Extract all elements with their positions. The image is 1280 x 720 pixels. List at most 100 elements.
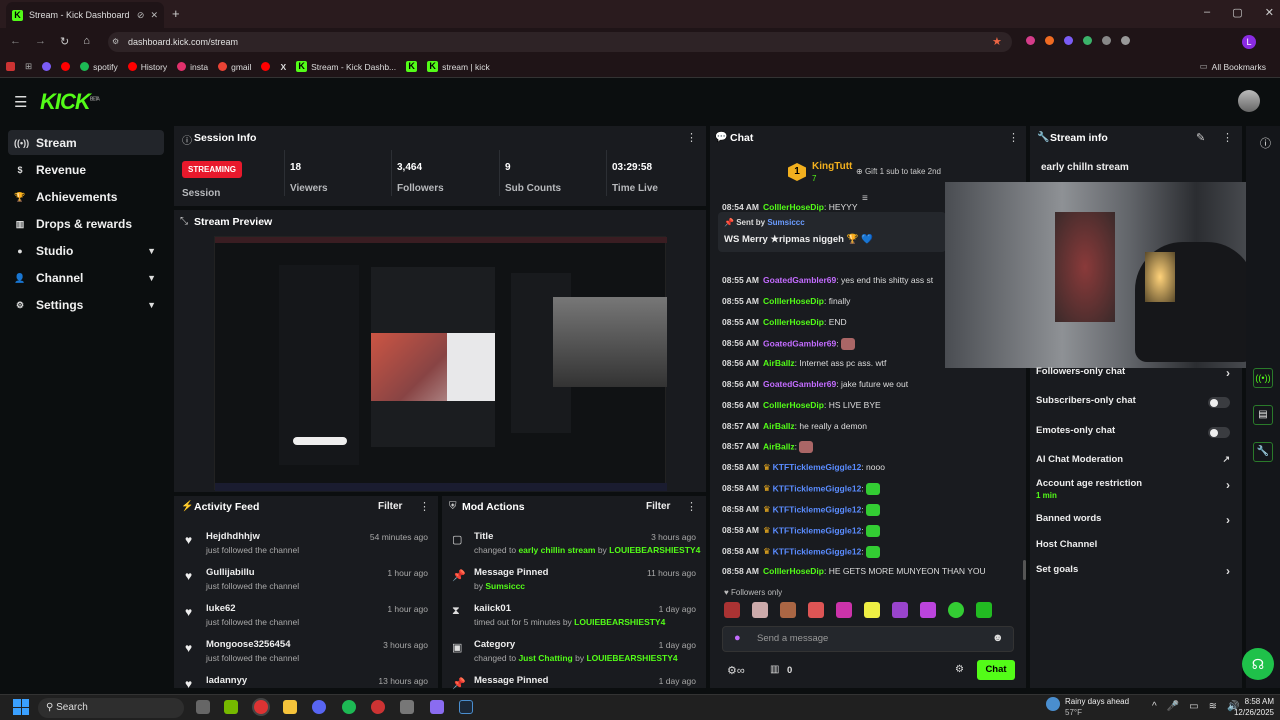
more-icon[interactable]: ⋮ bbox=[686, 500, 697, 513]
chat-username[interactable]: KTFTicklemeGiggle12 bbox=[773, 504, 862, 514]
chrome-icon[interactable] bbox=[254, 700, 268, 714]
chat-message[interactable]: 08:58 AM ♛ KTFTicklemeGiggle12: bbox=[722, 483, 1022, 497]
chat-username[interactable]: AirBallz bbox=[763, 441, 795, 451]
chat-message[interactable]: 08:56 AM GoatedGambler69: jake future we … bbox=[722, 379, 1022, 393]
nav-item-channel[interactable]: 👤 Channel ▼ bbox=[12, 267, 162, 289]
bookmark-history[interactable]: History bbox=[127, 62, 167, 72]
nav-item-studio[interactable]: ● Studio ▼ bbox=[12, 240, 162, 262]
minimize-icon[interactable]: – bbox=[1204, 6, 1210, 19]
youtube-icon[interactable] bbox=[261, 62, 271, 71]
bookmark-gmail[interactable]: gmail bbox=[218, 62, 251, 72]
bookmark-icon[interactable] bbox=[6, 62, 15, 71]
mute-tab-icon[interactable]: ⊘ bbox=[137, 10, 145, 21]
setting-ai-chat-moderation[interactable]: AI Chat Moderation ↗ bbox=[1036, 454, 1236, 470]
mod-filter-button[interactable]: Filter bbox=[646, 501, 670, 512]
apps-grid-icon[interactable]: ⊞ bbox=[25, 61, 32, 72]
activity-user[interactable]: Mongoose3256454 bbox=[206, 639, 290, 650]
chat-username[interactable]: ColllerHoseDip bbox=[763, 202, 824, 212]
extension-icon[interactable] bbox=[1026, 36, 1035, 45]
weather-text[interactable]: Rainy days ahead bbox=[1065, 697, 1129, 706]
gift-sub-note[interactable]: ⊕ Gift 1 sub to take 2nd bbox=[856, 167, 941, 176]
emote-icon[interactable] bbox=[976, 602, 992, 618]
extension-icon[interactable] bbox=[1083, 36, 1092, 45]
chat-username[interactable]: KTFTicklemeGiggle12 bbox=[773, 462, 862, 472]
chat-username[interactable]: AirBallz bbox=[763, 421, 795, 431]
toggle-switch[interactable] bbox=[1208, 397, 1230, 408]
display-icon[interactable]: ▭ bbox=[1189, 701, 1198, 712]
maximize-icon[interactable]: ▢ bbox=[1232, 6, 1242, 19]
chat-message[interactable]: 08:54 AM ColllerHoseDip: HEYYY bbox=[722, 202, 944, 216]
emoji-icon[interactable]: ☻ bbox=[992, 632, 1004, 644]
broadcast-icon[interactable]: ((•)) bbox=[1253, 368, 1273, 388]
puzzle-icon[interactable] bbox=[1121, 36, 1130, 45]
bookmark-star-icon[interactable]: ★ bbox=[992, 35, 1002, 48]
more-icon[interactable]: ⋮ bbox=[686, 131, 697, 144]
mic-icon[interactable]: ● bbox=[734, 632, 741, 644]
external-link-icon[interactable]: ↗ bbox=[1222, 454, 1230, 465]
home-icon[interactable]: ⌂ bbox=[83, 35, 90, 48]
chat-message[interactable]: 08:58 AM ♛ KTFTicklemeGiggle12: nooo bbox=[722, 462, 1022, 476]
gift-icon[interactable]: ▥ bbox=[770, 664, 779, 675]
x-icon[interactable]: X bbox=[280, 62, 286, 72]
info-icon[interactable]: ⓘ bbox=[1260, 135, 1271, 151]
emote-icon[interactable] bbox=[780, 602, 796, 618]
chat-username[interactable]: AirBallz bbox=[763, 358, 795, 368]
extension-icon[interactable] bbox=[1045, 36, 1054, 45]
setting-account-age-restriction[interactable]: Account age restriction › bbox=[1036, 478, 1236, 494]
explorer-icon[interactable] bbox=[283, 700, 297, 714]
taskbar-search[interactable]: ⚲ Search bbox=[38, 698, 184, 718]
chevron-right-icon[interactable]: › bbox=[1226, 513, 1230, 527]
menu-icon[interactable]: ☰ bbox=[14, 93, 27, 111]
setting-banned-words[interactable]: Banned words › bbox=[1036, 513, 1236, 529]
clock-date[interactable]: 12/26/2025 bbox=[1220, 708, 1274, 717]
bookmark-stream-kick[interactable]: Kstream | kick bbox=[427, 61, 490, 72]
emote-icon[interactable] bbox=[864, 602, 880, 618]
kick-icon[interactable]: K bbox=[406, 61, 418, 72]
chat-settings-icon[interactable]: ⚙ bbox=[955, 664, 964, 675]
nav-item-drops-rewards[interactable]: ▥ Drops & rewards bbox=[12, 213, 162, 235]
clock-time[interactable]: 8:58 AM bbox=[1228, 697, 1274, 706]
chat-username[interactable]: ColllerHoseDip bbox=[763, 400, 824, 410]
toggle-switch[interactable] bbox=[1208, 427, 1230, 438]
settings-app-icon[interactable] bbox=[400, 700, 414, 714]
chevron-right-icon[interactable]: › bbox=[1226, 366, 1230, 380]
setting-followers-only-chat[interactable]: Followers-only chat › bbox=[1036, 366, 1236, 382]
setting-subscribers-only-chat[interactable]: Subscribers-only chat bbox=[1036, 395, 1236, 411]
bookmark-insta[interactable]: insta bbox=[177, 62, 208, 72]
mic-icon[interactable]: 🎤 bbox=[1167, 701, 1179, 712]
wifi-icon[interactable]: ≋ bbox=[1209, 701, 1217, 712]
more-icon[interactable]: ⋮ bbox=[419, 500, 430, 513]
chat-username[interactable]: KTFTicklemeGiggle12 bbox=[773, 483, 862, 493]
nav-item-settings[interactable]: ⚙ Settings ▼ bbox=[12, 294, 162, 316]
steam-icon[interactable] bbox=[459, 700, 473, 714]
chat-message[interactable]: 08:56 AM ColllerHoseDip: HS LIVE BYE bbox=[722, 400, 1022, 414]
spotify-icon[interactable] bbox=[342, 700, 356, 714]
more-icon[interactable]: ⋮ bbox=[1222, 131, 1233, 144]
profile-avatar[interactable]: L bbox=[1242, 35, 1256, 49]
more-icon[interactable]: ⋮ bbox=[1008, 131, 1019, 144]
activity-user[interactable]: luke62 bbox=[206, 603, 236, 614]
kick-logo[interactable]: KICKBETA bbox=[40, 89, 100, 115]
url-input[interactable]: dashboard.kick.com/stream bbox=[108, 32, 1012, 52]
emote-icon[interactable] bbox=[892, 602, 908, 618]
mod-desc-user[interactable]: LOUIEBEARSHIESTY4 bbox=[574, 617, 665, 627]
chevron-right-icon[interactable]: › bbox=[1226, 564, 1230, 578]
stream-preview-video[interactable] bbox=[214, 236, 667, 491]
chat-message[interactable]: 08:57 AM AirBallz: he really a demon bbox=[722, 421, 1022, 435]
nav-item-achievements[interactable]: 🏆 Achievements bbox=[12, 186, 162, 208]
setting-emotes-only-chat[interactable]: Emotes-only chat bbox=[1036, 425, 1236, 441]
site-info-icon[interactable]: ⚙ bbox=[112, 37, 119, 46]
emote-icon[interactable] bbox=[724, 602, 740, 618]
activity-user[interactable]: ladannyy bbox=[206, 675, 247, 686]
chat-username[interactable]: ColllerHoseDip bbox=[763, 566, 824, 576]
extension-icon[interactable] bbox=[1064, 36, 1073, 45]
app-icon[interactable] bbox=[371, 700, 385, 714]
chat-message[interactable]: 08:58 AM ColllerHoseDip: HE GETS MORE MUN… bbox=[722, 566, 1022, 580]
discord-icon[interactable] bbox=[312, 700, 326, 714]
chat-message[interactable]: 08:58 AM ♛ KTFTicklemeGiggle12: bbox=[722, 525, 1022, 539]
mod-desc-user[interactable]: Sumsiccc bbox=[485, 581, 525, 591]
chat-message[interactable]: 08:58 AM ♛ KTFTicklemeGiggle12: bbox=[722, 546, 1022, 560]
reload-icon[interactable]: ↻ bbox=[60, 35, 69, 48]
chat-username[interactable]: ColllerHoseDip bbox=[763, 317, 824, 327]
emote-icon[interactable] bbox=[920, 602, 936, 618]
